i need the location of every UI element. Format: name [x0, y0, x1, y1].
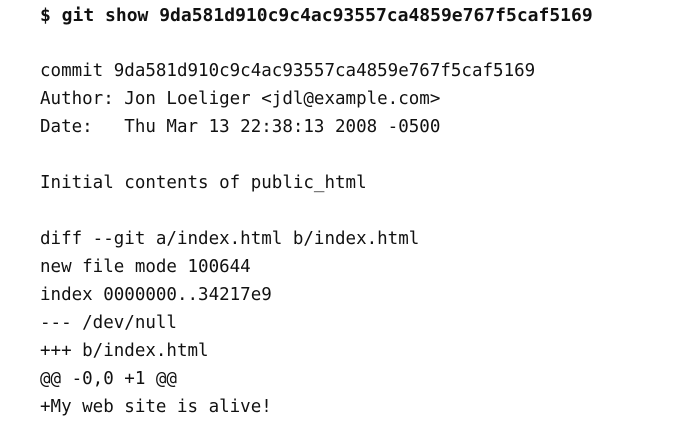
author-line: Author: Jon Loeliger <jdl@example.com> [40, 89, 441, 109]
terminal-output: $ git show 9da581d910c9c4ac93557ca4859e7… [0, 0, 675, 426]
diff-hunk-header: @@ -0,0 +1 @@ [40, 369, 177, 389]
diff-old-file: --- /dev/null [40, 313, 177, 333]
diff-index: index 0000000..34217e9 [40, 285, 272, 305]
diff-header: diff --git a/index.html b/index.html [40, 229, 420, 249]
diff-added-line: +My web site is alive! [40, 397, 272, 417]
date-line: Date: Thu Mar 13 22:38:13 2008 -0500 [40, 117, 441, 137]
commit-hash-line: commit 9da581d910c9c4ac93557ca4859e767f5… [40, 61, 536, 81]
diff-file-mode: new file mode 100644 [40, 257, 251, 277]
diff-new-file: +++ b/index.html [40, 341, 209, 361]
commit-message: Initial contents of public_html [40, 173, 367, 193]
command-line: $ git show 9da581d910c9c4ac93557ca4859e7… [40, 5, 593, 26]
